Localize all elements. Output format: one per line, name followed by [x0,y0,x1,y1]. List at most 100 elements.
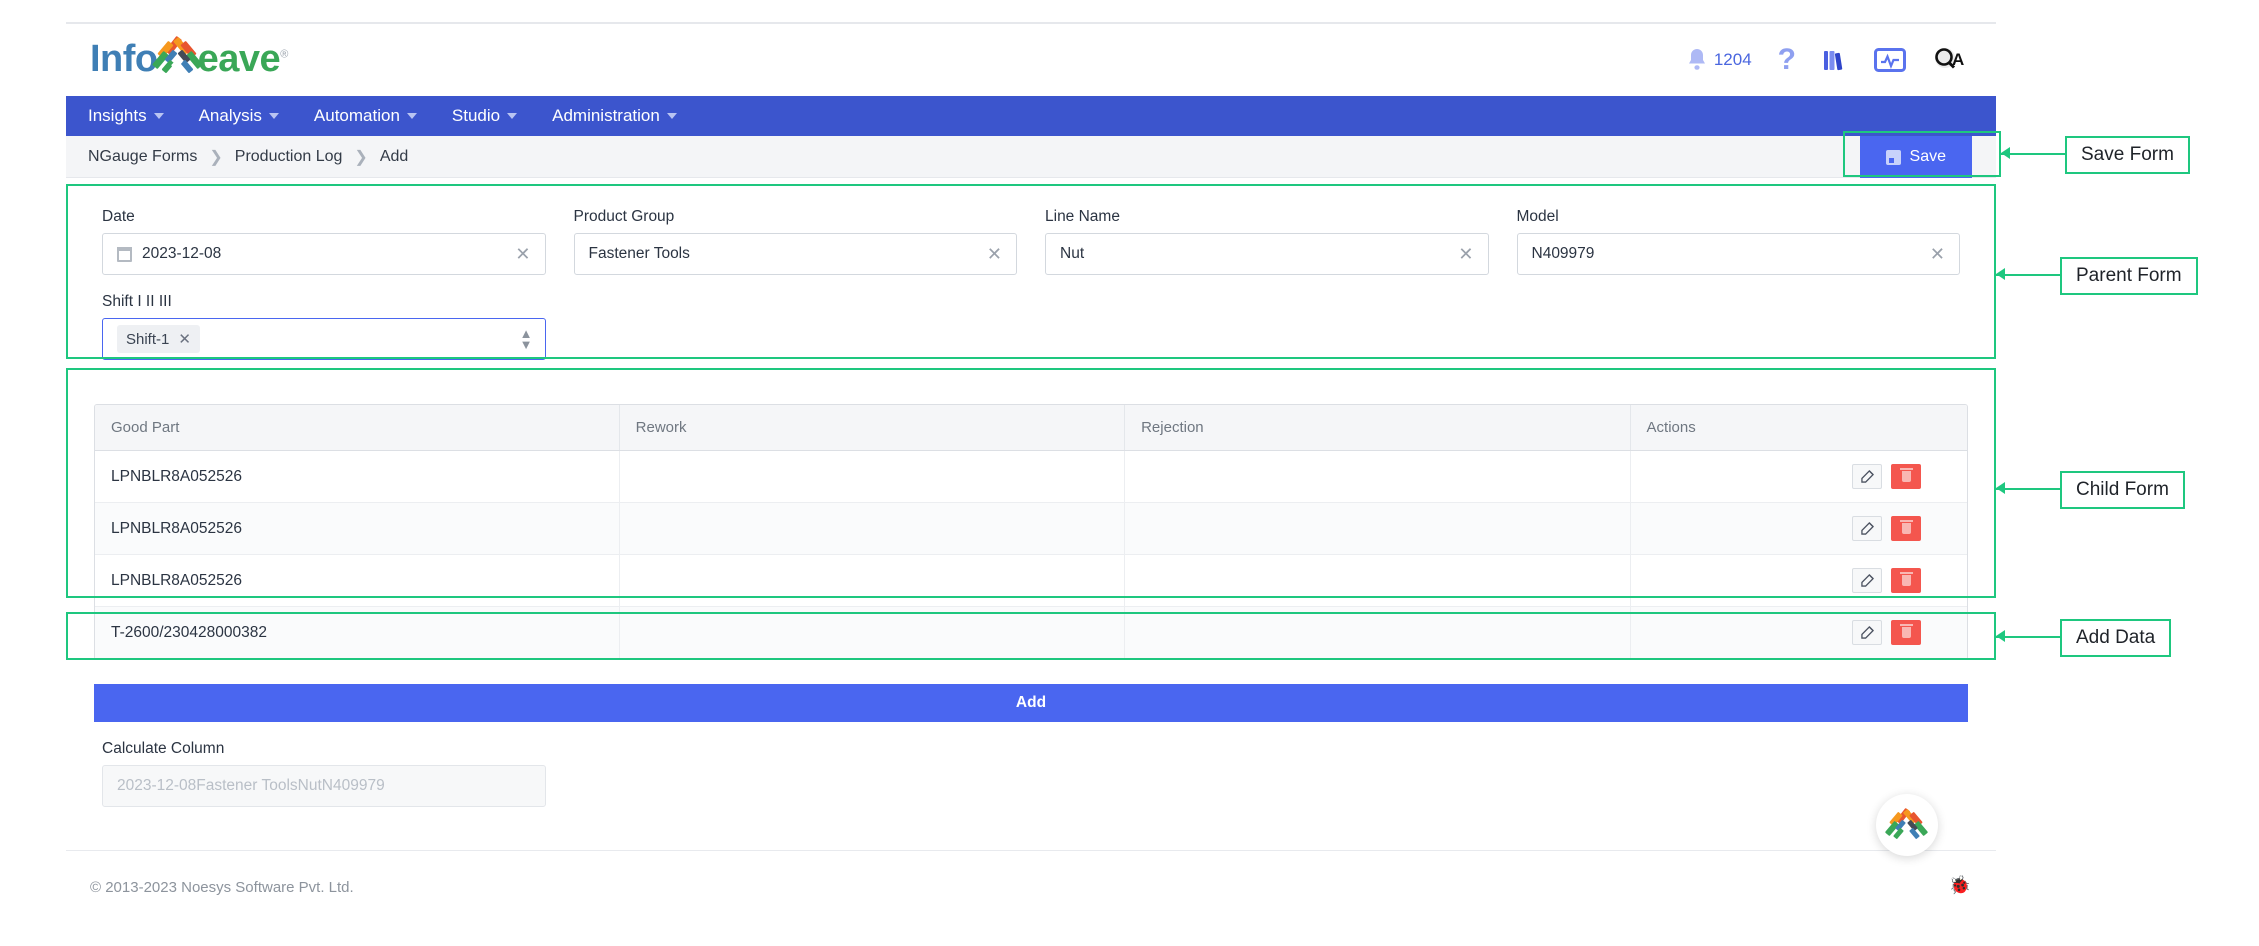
annotation-arrow-child-form [1996,482,2005,494]
annotation-line-add-data [1996,636,2060,638]
date-input[interactable]: 2023-12-08 ✕ [102,233,546,275]
field-line-name: Line Name Nut ✕ [1045,208,1489,275]
form-content: Date 2023-12-08 ✕ Product Group Fastener… [66,178,1996,807]
edit-row-button[interactable] [1852,516,1882,541]
cell-rejection [1124,606,1631,659]
annotation-arrow-add-data [1996,630,2005,642]
nav-item-automation[interactable]: Automation [314,106,436,126]
cell-actions [1630,606,1967,659]
monitor-activity-button[interactable] [1874,48,1906,72]
bug-debug-icon[interactable]: 🐞 [1949,875,1971,896]
shift-multiselect[interactable]: Shift-1 ✕ ▲ ▼ [102,318,546,360]
trash-delete-icon [1899,572,1913,586]
cell-rework [619,450,1126,503]
delete-row-button[interactable] [1891,516,1921,541]
cell-rework [619,502,1126,555]
line-name-input[interactable]: Nut ✕ [1045,233,1489,275]
table-row[interactable]: LPNBLR8A052526 [95,554,1967,607]
column-header-actions: Actions [1630,405,1967,451]
trash-delete-icon [1899,520,1913,534]
table-header-row: Good Part Rework Rejection Actions [95,405,1967,451]
delete-row-button[interactable] [1891,620,1921,645]
nav-label: Administration [552,106,660,125]
nav-label: Studio [451,106,501,125]
nav-item-studio[interactable]: Studio [452,106,536,126]
brand-logo[interactable]: Info eave® [90,36,288,81]
annotation-line-parent-form [1996,274,2060,276]
help-question-icon: ? [1777,43,1796,76]
help-button[interactable]: ? [1778,45,1796,75]
annotation-arrow-parent-form [1996,268,2005,280]
chevron-down-icon [666,113,677,119]
breadcrumb: NGauge Forms ❯ Production Log ❯ Add [88,147,408,167]
library-button[interactable] [1822,47,1848,73]
delete-row-button[interactable] [1891,464,1921,489]
cell-rejection [1124,554,1631,607]
edit-row-button[interactable] [1852,620,1882,645]
product-group-input[interactable]: Fastener Tools ✕ [573,233,1017,275]
field-label-calculate-column: Calculate Column [102,740,225,757]
nav-item-analysis[interactable]: Analysis [199,106,298,126]
clear-line-name-icon[interactable]: ✕ [1456,245,1475,263]
chat-help-widget-button[interactable] [1876,794,1938,856]
registered-mark: ® [280,47,288,60]
edit-pencil-icon [1860,626,1874,639]
library-books-icon [1824,51,1843,71]
annotation-label-add-data: Add Data [2060,619,2172,657]
child-form: Good Part Rework Rejection Actions LPNBL… [94,404,1968,660]
qa-avatar-icon: A [1935,48,1964,69]
page-footer: © 2013-2023 Noesys Software Pvt. Ltd. [66,850,1996,924]
model-input[interactable]: N409979 ✕ [1516,233,1960,275]
child-form-table: Good Part Rework Rejection Actions LPNBL… [95,405,1967,659]
date-value: 2023-12-08 [142,245,222,262]
cell-actions [1630,554,1967,607]
breadcrumb-bar: NGauge Forms ❯ Production Log ❯ Add Save [66,136,1996,178]
brand-text-info: Info [90,37,158,80]
clear-date-icon[interactable]: ✕ [513,245,532,263]
cell-actions [1630,502,1967,555]
field-label-line-name: Line Name [1045,208,1120,225]
updown-chevron-icon[interactable]: ▲ ▼ [520,327,533,351]
table-row[interactable]: T-2600/230428000382 [95,606,1967,659]
clear-model-icon[interactable]: ✕ [1928,245,1947,263]
brand-text-eave: eave [197,37,281,80]
column-header-good-part: Good Part [95,405,620,451]
remove-shift-tag-icon[interactable]: ✕ [178,330,191,348]
field-label-date: Date [102,208,135,225]
edit-pencil-icon [1860,522,1874,535]
parent-form: Date 2023-12-08 ✕ Product Group Fastener… [94,192,1968,400]
annotation-label-child-form: Child Form [2060,471,2185,509]
monitor-activity-icon [1874,48,1906,72]
field-label-shift: Shift I II III [102,293,172,310]
breadcrumb-item-ngauge-forms[interactable]: NGauge Forms [88,148,197,166]
field-model: Model N409979 ✕ [1516,208,1960,275]
edit-row-button[interactable] [1852,568,1882,593]
annotation-label-parent-form: Parent Form [2060,257,2198,295]
nav-item-administration[interactable]: Administration [552,106,696,126]
breadcrumb-item-production-log[interactable]: Production Log [235,148,343,166]
column-header-rejection: Rejection [1124,405,1631,451]
breadcrumb-item-add[interactable]: Add [380,148,408,166]
notification-bell-button[interactable]: 1204 [1685,47,1752,73]
nav-item-insights[interactable]: Insights [88,106,183,126]
delete-row-button[interactable] [1891,568,1921,593]
cell-rework [619,606,1126,659]
nav-label: Automation [313,106,400,125]
field-label-model: Model [1516,208,1559,225]
table-row[interactable]: LPNBLR8A052526 [95,450,1967,503]
chevron-down-icon [507,113,518,119]
parent-form-row-2: Shift I II III Shift-1 ✕ ▲ ▼ [102,293,1960,360]
clear-product-group-icon[interactable]: ✕ [985,245,1004,263]
edit-row-button[interactable] [1852,464,1882,489]
add-row-button[interactable]: Add [94,684,1968,722]
annotation-label-save-form: Save Form [2065,136,2190,174]
row-action-group [1647,464,1967,489]
table-row[interactable]: LPNBLR8A052526 [95,502,1967,555]
save-button[interactable]: Save [1859,136,1972,178]
notification-bell-icon [1688,49,1705,70]
row-action-group [1647,568,1967,593]
row-action-group [1647,620,1967,645]
qa-user-avatar[interactable]: A [1932,45,1966,75]
shift-tag: Shift-1 ✕ [117,325,200,353]
screenshot-root: Info eave® 1204 ? A Insights Analysis Au… [0,0,2259,946]
